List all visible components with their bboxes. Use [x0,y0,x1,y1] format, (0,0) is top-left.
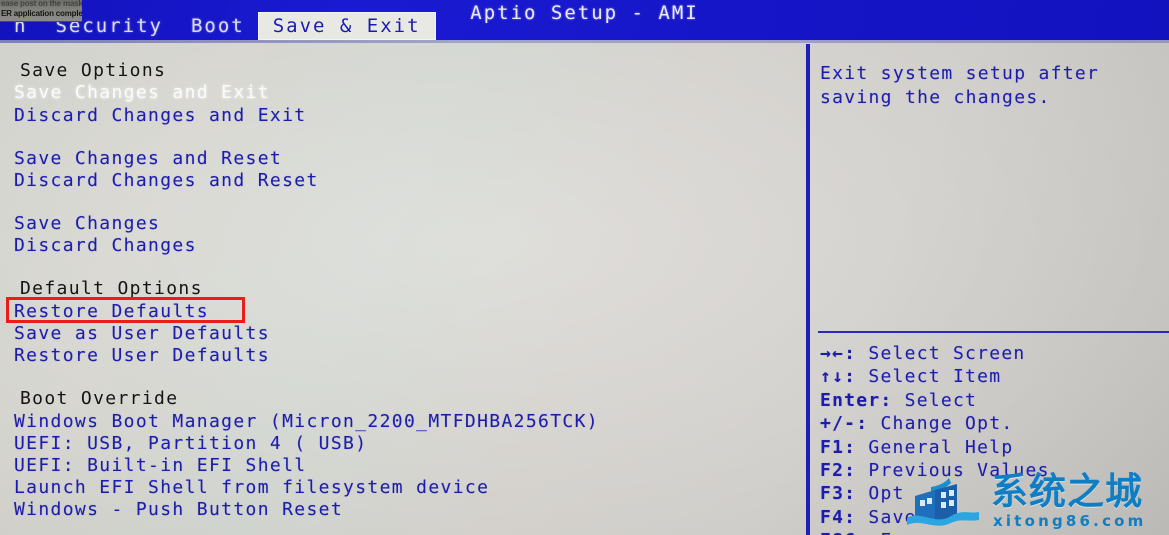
menu-item-save-changes-and-reset[interactable]: Save Changes and Reset [14,148,282,170]
legend-f1-general-help: F1: General Help [820,436,1169,459]
menu-item-save-changes[interactable]: Save Changes [14,213,160,235]
tab-boot[interactable]: Boot [177,13,259,39]
boot-item-uefi-builtin-efi-shell[interactable]: UEFI: Built-in EFI Shell [14,455,307,477]
legend-f4-save-and-exit-keys: F4: [820,506,857,528]
menu-item-discard-changes[interactable]: Discard Changes [14,235,197,257]
legend-enter-select-desc: Select [904,389,978,411]
help-panel-separator [818,331,1169,333]
legend-enter-select-keys: Enter: [820,389,893,411]
legend-select-item-desc: Select Item [868,366,1002,388]
legend-change-opt: +/-: Change Opt. [820,412,1169,435]
section-header-default-options: Default Options [20,278,203,299]
boot-item-windows-boot-manager[interactable]: Windows Boot Manager (Micron_2200_MTFDHB… [14,411,599,433]
help-panel: Exit system setup after saving the chang… [810,44,1169,535]
menu-item-save-changes-and-exit[interactable]: Save Changes and Exit [14,82,270,104]
watermark-domain-text: xitong86.com [993,512,1147,530]
legend-enter-select: Enter: Select [820,389,1169,412]
menu-item-restore-defaults[interactable]: Restore Defaults [14,301,209,323]
overlay-text-line-1: ease post on the mask. [1,0,82,8]
menu-item-discard-changes-and-reset[interactable]: Discard Changes and Reset [14,170,319,192]
legend-f1-general-help-desc: General Help [868,436,1014,458]
section-header-boot-override: Boot Override [20,388,179,409]
boot-item-launch-efi-shell[interactable]: Launch EFI Shell from filesystem device [14,477,489,499]
title-bar: Aptio Setup - AMI n Security Boot Save & Ex… [0,0,1169,40]
legend-select-screen-keys: →←: [820,343,857,364]
title-bar-underline [0,40,1169,43]
legend-esc-exit-keys: ESC: [820,530,868,535]
legend-f3-optimized-defaults-desc: Opt [868,483,905,505]
bios-setup-screen: Aptio Setup - AMI n Security Boot Save & Ex… [0,0,1169,535]
legend-f2-previous-values-keys: F2: [820,460,857,482]
legend-select-screen: →←: Select Screen [820,342,1169,365]
legend-f3-optimized-defaults-keys: F3: [820,483,857,505]
help-description: Exit system setup after saving the chang… [820,63,1100,108]
legend-esc-exit-desc: Ex [880,530,904,535]
save-exit-menu-panel: Save Options Save Changes and Exit Discard… [0,44,806,535]
legend-select-item-keys: ↑↓: [820,366,857,388]
section-header-save-options: Save Options [20,60,167,81]
legend-change-opt-keys: +/-: [820,413,869,435]
menu-item-save-as-user-defaults[interactable]: Save as User Defaults [14,323,270,345]
overlay-text-line-2: ER application completed [1,9,82,18]
watermark-logo-icon [907,478,979,526]
watermark-chinese-text: 系统之城 [991,470,1143,513]
watermark: 系统之城 xitong86.com [905,472,1163,532]
legend-change-opt-desc: Change Opt. [880,413,1014,435]
stale-dialog-overlay: ease post on the mask. ER application co… [0,0,82,22]
tab-save-and-exit[interactable]: Save & Exit [258,13,435,39]
legend-select-screen-desc: Select Screen [868,343,1026,364]
legend-f1-general-help-keys: F1: [820,436,857,458]
boot-item-windows-push-button-reset[interactable]: Windows - Push Button Reset [14,499,343,521]
menu-item-restore-user-defaults[interactable]: Restore User Defaults [14,345,270,367]
legend-select-item: ↑↓: Select Item [820,365,1169,388]
boot-item-uefi-usb-partition-4[interactable]: UEFI: USB, Partition 4 ( USB) [14,433,367,455]
menu-item-discard-changes-and-exit[interactable]: Discard Changes and Exit [14,105,307,127]
